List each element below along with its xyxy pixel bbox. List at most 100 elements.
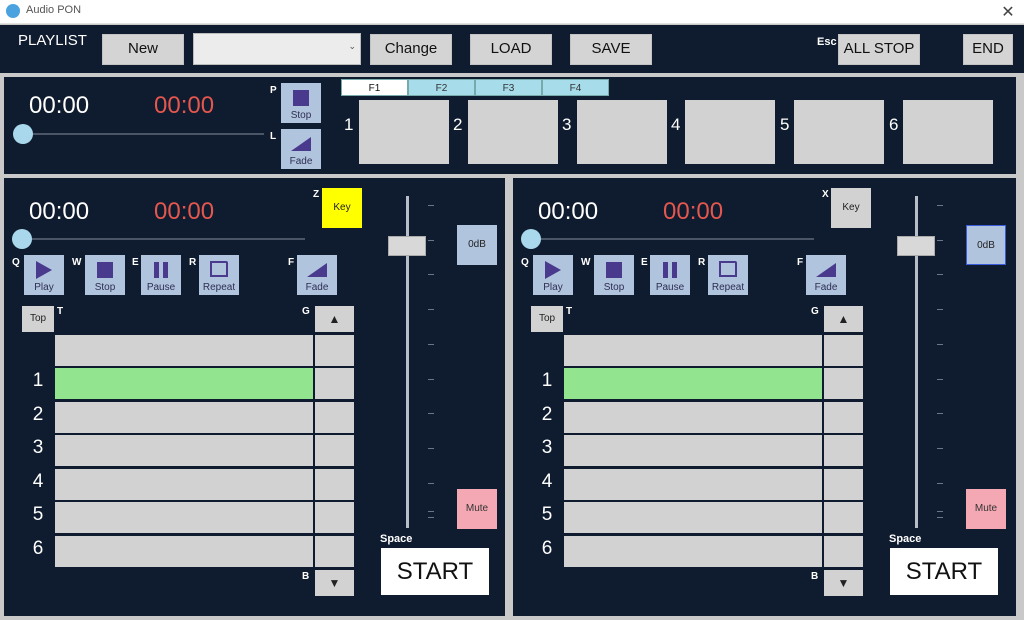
tab-f4[interactable]: F4 [542, 79, 609, 96]
scroll-down-button[interactable]: ▼ [824, 570, 863, 596]
playlist-row[interactable] [564, 402, 822, 433]
stop-button[interactable]: Stop [594, 255, 634, 295]
volume-knob[interactable] [897, 236, 935, 256]
start-button[interactable]: START [890, 548, 998, 595]
repeat-button[interactable]: Repeat [708, 255, 748, 295]
playlist-row-side[interactable] [824, 335, 863, 366]
player-elapsed-time: 00:00 [29, 198, 90, 225]
down-hotkey: B [811, 571, 819, 582]
sound-slot[interactable] [468, 100, 558, 164]
end-button[interactable]: END [963, 34, 1013, 65]
pad-seek-knob[interactable] [13, 124, 33, 144]
playlist-row[interactable] [55, 435, 313, 466]
playlist-row[interactable] [55, 335, 313, 366]
playlist-row[interactable] [564, 536, 822, 567]
up-hotkey: G [302, 306, 310, 317]
player-remaining-time: 00:00 [154, 198, 215, 225]
playlist-row-selected[interactable] [55, 368, 313, 399]
change-button[interactable]: Change [370, 34, 452, 65]
pad-stop-button[interactable]: Stop [281, 83, 321, 123]
volume-knob[interactable] [388, 236, 426, 256]
tab-f2[interactable]: F2 [408, 79, 475, 96]
pad-seek-track[interactable] [24, 133, 264, 135]
top-button[interactable]: Top [22, 306, 54, 332]
tab-f1[interactable]: F1 [341, 79, 408, 96]
playlist-row-side[interactable] [824, 435, 863, 466]
play-icon [36, 261, 52, 279]
pad-stop-label: Stop [290, 110, 312, 121]
player-seek-knob[interactable] [12, 229, 32, 249]
playlist-row-side[interactable] [315, 368, 354, 399]
playlist-row-side[interactable] [315, 435, 354, 466]
playlist-row[interactable] [55, 469, 313, 500]
playlist-row-side[interactable] [824, 469, 863, 500]
mute-button[interactable]: Mute [966, 489, 1006, 529]
start-button[interactable]: START [381, 548, 489, 595]
playlist-row[interactable] [564, 435, 822, 466]
stop-icon [606, 262, 622, 278]
playlist-row-side[interactable] [824, 368, 863, 399]
scroll-down-button[interactable]: ▼ [315, 570, 354, 596]
playlist-row-side[interactable] [315, 335, 354, 366]
playlist-row-side[interactable] [315, 469, 354, 500]
new-button[interactable]: New [102, 34, 184, 65]
fade-hotkey: F [797, 257, 804, 268]
scroll-up-button[interactable]: ▲ [824, 306, 863, 332]
row-number: 4 [541, 471, 553, 492]
playlist-row-side[interactable] [824, 402, 863, 433]
fade-button[interactable]: Fade [297, 255, 337, 295]
playlist-row[interactable] [55, 402, 313, 433]
pad-elapsed-time: 00:00 [29, 92, 90, 119]
key-button[interactable]: Key [831, 188, 871, 228]
row-number: 5 [32, 504, 44, 525]
fade-label: Fade [814, 282, 838, 293]
pause-button[interactable]: Pause [141, 255, 181, 295]
playlist-select[interactable]: ⌄ [193, 33, 361, 65]
space-hotkey: Space [380, 533, 413, 545]
play-button[interactable]: Play [533, 255, 573, 295]
playlist-row-selected[interactable] [564, 368, 822, 399]
stop-button[interactable]: Stop [85, 255, 125, 295]
sound-slot[interactable] [794, 100, 884, 164]
pad-fade-button[interactable]: Fade [281, 129, 321, 169]
play-button[interactable]: Play [24, 255, 64, 295]
key-button[interactable]: Key [322, 188, 362, 228]
sound-slot[interactable] [577, 100, 667, 164]
pause-button[interactable]: Pause [650, 255, 690, 295]
save-button[interactable]: SAVE [570, 34, 652, 65]
playlist-row-side[interactable] [315, 502, 354, 533]
fade-button[interactable]: Fade [806, 255, 846, 295]
player-seek-track[interactable] [22, 238, 305, 240]
playlist-label: PLAYLIST [18, 32, 87, 49]
playlist-row[interactable] [55, 502, 313, 533]
playlist-row[interactable] [564, 469, 822, 500]
playlist-row[interactable] [564, 335, 822, 366]
playlist-row-side[interactable] [824, 502, 863, 533]
scroll-up-button[interactable]: ▲ [315, 306, 354, 332]
player-seek-knob[interactable] [521, 229, 541, 249]
player-seek-track[interactable] [531, 238, 814, 240]
sound-slot[interactable] [359, 100, 449, 164]
tab-f3[interactable]: F3 [475, 79, 542, 96]
stop-icon [97, 262, 113, 278]
playlist-row[interactable] [564, 502, 822, 533]
repeat-button[interactable]: Repeat [199, 255, 239, 295]
playlist-row[interactable] [55, 536, 313, 567]
top-hotkey: T [566, 306, 573, 317]
playlist-row-side[interactable] [315, 536, 354, 567]
zero-db-button[interactable]: 0dB [457, 225, 497, 265]
window-title: Audio PON [26, 4, 82, 16]
top-button[interactable]: Top [531, 306, 563, 332]
stop-label: Stop [94, 282, 116, 293]
load-button[interactable]: LOAD [470, 34, 552, 65]
slot-number: 4 [671, 115, 681, 134]
zero-db-button[interactable]: 0dB [966, 225, 1006, 265]
sound-slot[interactable] [685, 100, 775, 164]
sound-slot[interactable] [903, 100, 993, 164]
stop-hotkey: W [581, 257, 591, 268]
mute-button[interactable]: Mute [457, 489, 497, 529]
playlist-row-side[interactable] [824, 536, 863, 567]
all-stop-button[interactable]: ALL STOP [838, 34, 920, 65]
playlist-row-side[interactable] [315, 402, 354, 433]
close-icon[interactable]: ✕ [1000, 2, 1016, 22]
